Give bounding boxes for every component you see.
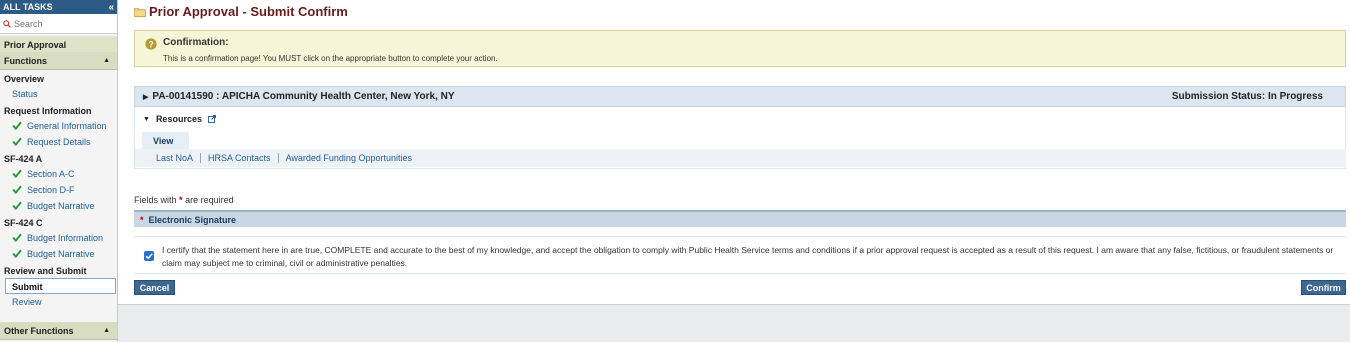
confirmation-title: Confirmation: [163,37,229,48]
fields-note-prefix: Fields with [134,195,177,205]
electronic-signature-label: Electronic Signature [148,214,237,225]
functions-section[interactable]: Functions ▲ [0,52,117,70]
folder-icon [134,7,146,17]
sidebar-item-label: Submit [12,282,43,292]
sidebar-group-label: Request Information [4,106,92,116]
svg-text:?: ? [148,39,154,49]
expand-right-icon[interactable]: ▶ [143,93,148,101]
sidebar-item-label: Budget Information [27,233,104,243]
search-icon [3,19,11,28]
required-star: * [179,195,183,205]
sidebar-title: ALL TASKS [3,2,53,12]
sidebar: ALL TASKS « Prior Approval Functions ▲ O… [0,0,118,342]
checkmark-icon [12,169,22,178]
help-icon: ? [145,38,157,50]
confirmation-box: ? Confirmation: This is a confirmation p… [134,30,1346,67]
sidebar-groups: Overview Status Request Information General… [0,70,117,310]
resource-links: Last NoA HRSA Contacts Awarded Funding O… [135,149,1346,167]
submission-status: Submission Status: In Progress [1171,91,1323,102]
electronic-signature-header: * Electronic Signature [134,210,1346,227]
sidebar-item-label: Budget Narrative [27,249,95,259]
functions-label: Functions [4,55,47,66]
sidebar-item-label: General Information [27,121,107,131]
link-last-noa[interactable]: Last NoA [156,153,193,163]
certify-checkbox[interactable] [144,251,154,261]
collapse-up-icon[interactable]: ▲ [103,57,110,64]
sidebar-group-label: Overview [4,74,45,84]
sidebar-item[interactable]: Request Details [0,134,117,150]
sidebar-item[interactable]: Review [0,294,117,310]
page-title: Prior Approval - Submit Confirm [134,4,348,19]
confirm-button[interactable]: Confirm [1301,280,1346,295]
sidebar-item[interactable]: Section A-C [0,166,117,182]
prior-approval-title: PA-00141590 : APICHA Community Health Ce… [152,91,455,102]
sidebar-item[interactable]: Status [0,86,117,102]
collapse-icon[interactable]: « [108,2,114,12]
sidebar-item[interactable]: Budget Narrative [0,198,117,214]
sidebar-search[interactable] [0,14,117,34]
sidebar-item-label: Section D-F [27,185,75,195]
sidebar-group-label: Review and Submit [4,266,87,276]
checkmark-icon [12,185,22,194]
resources-label: Resources [155,114,202,124]
external-link-icon[interactable] [208,115,216,123]
sidebar-item-label: Status [12,89,38,99]
sidebar-item[interactable]: General Information [0,118,117,134]
sidebar-item[interactable]: Budget Narrative [0,246,117,262]
sidebar-item-label: Review [12,297,42,307]
cancel-button[interactable]: Cancel [134,280,175,295]
collapse-up-icon[interactable]: ▲ [103,327,110,334]
resources-panel: ▼ Resources View Last NoA HRSA Contacts … [134,107,1346,169]
other-functions-label: Other Functions [4,325,74,336]
prior-approval-bar[interactable]: ▶ PA-00141590 : APICHA Community Health … [134,86,1346,107]
other-functions-section[interactable]: Other Functions ▲ [0,322,117,340]
checkmark-icon [12,233,22,242]
sidebar-item[interactable]: Budget Information [0,230,117,246]
confirmation-text: This is a confirmation page! You MUST cl… [163,54,498,63]
checkmark-icon [145,253,153,260]
sidebar-group-label: SF-424 A [4,154,43,164]
page-title-text: Prior Approval - Submit Confirm [149,4,348,19]
sidebar-context: Prior Approval [0,36,117,52]
search-input[interactable] [14,18,114,29]
collapse-down-icon[interactable]: ▼ [143,116,150,123]
certification-row: I certify that the statement here in are… [134,236,1346,274]
certification-text: I certify that the statement here in are… [162,245,1334,268]
required-star: * [140,214,144,225]
footer-area [118,304,1350,342]
sidebar-group-label: SF-424 C [4,218,43,228]
sidebar-header: ALL TASKS « [0,0,117,14]
tab-view[interactable]: View [142,132,189,149]
sidebar-item[interactable]: Section D-F [0,182,117,198]
main-content: Prior Approval - Submit Confirm ? Confir… [118,0,1350,342]
sidebar-item-label: Section A-C [27,169,75,179]
checkmark-icon [12,249,22,258]
link-hrsa-contacts[interactable]: HRSA Contacts [208,153,271,163]
sidebar-item[interactable]: Submit [5,278,116,294]
divider [277,153,279,163]
checkmark-icon [12,121,22,130]
resources-header[interactable]: ▼ Resources [143,114,216,124]
checkmark-icon [12,137,22,146]
fields-note-suffix: are required [185,195,234,205]
sidebar-item-label: Request Details [27,137,91,147]
link-awarded-funding[interactable]: Awarded Funding Opportunities [286,153,412,163]
checkmark-icon [12,201,22,210]
sidebar-item-label: Budget Narrative [27,201,95,211]
divider [200,153,202,163]
required-fields-note: Fields with * are required [134,195,234,205]
